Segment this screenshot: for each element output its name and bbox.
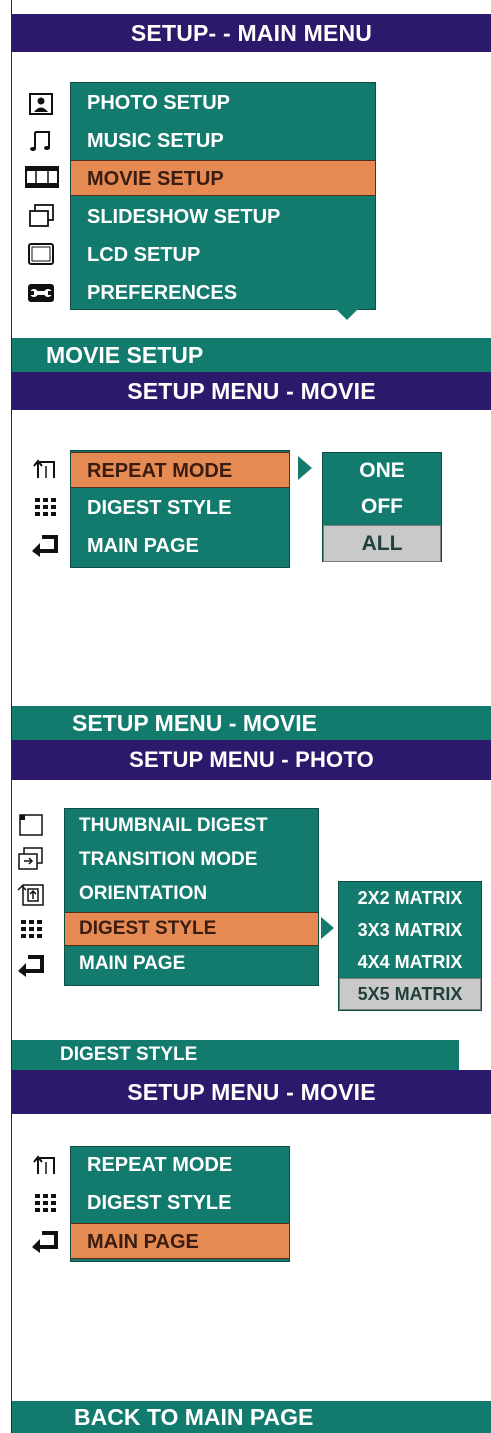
status-bar: MOVIE SETUP — [12, 338, 491, 372]
menu-item-digest-style[interactable]: DIGEST STYLE — [65, 912, 318, 946]
menu-item-slideshow-setup[interactable]: SLIDESHOW SETUP — [71, 199, 375, 235]
repeat-mode-options: ONE OFF ALL — [322, 452, 442, 562]
photo-icon — [26, 91, 56, 117]
option-3x3-matrix[interactable]: 3X3 MATRIX — [339, 914, 481, 946]
menu-item-repeat-mode[interactable]: REPEAT MODE — [71, 452, 289, 488]
transition-icon — [16, 846, 46, 872]
menu-item-lcd-setup[interactable]: LCD SETUP — [71, 237, 375, 273]
lcd-screen-icon — [26, 241, 56, 267]
menu-item-transition-mode[interactable]: TRANSITION MODE — [65, 843, 318, 877]
menu-item-thumbnail-digest[interactable]: THUMBNAIL DIGEST — [65, 809, 318, 843]
grid-dots-icon — [16, 916, 46, 942]
wrench-icon — [26, 280, 56, 306]
status-bar: BACK TO MAIN PAGE — [12, 1401, 491, 1433]
panel-title: SETUP- - MAIN MENU — [12, 14, 491, 52]
menu-item-photo-setup[interactable]: PHOTO SETUP — [71, 85, 375, 121]
grid-dots-icon — [30, 494, 60, 520]
option-off[interactable]: OFF — [323, 489, 441, 525]
movie-main-page-panel: SETUP MENU - MOVIE REPEAT MODE DIGEST ST… — [11, 1070, 491, 1433]
scroll-down-arrow-icon[interactable] — [335, 308, 359, 320]
panel-title: SETUP MENU - MOVIE — [12, 372, 491, 410]
movie-menu-list: REPEAT MODE DIGEST STYLE MAIN PAGE — [70, 450, 290, 568]
slideshow-icon — [26, 203, 56, 229]
menu-item-preferences[interactable]: PREFERENCES — [71, 275, 375, 311]
status-bar: SETUP MENU - MOVIE — [12, 706, 491, 740]
menu-item-main-page[interactable]: MAIN PAGE — [65, 947, 318, 981]
film-strip-icon — [24, 164, 60, 190]
menu-item-music-setup[interactable]: MUSIC SETUP — [71, 123, 375, 159]
photo-menu-list: THUMBNAIL DIGEST TRANSITION MODE ORIENTA… — [64, 808, 319, 986]
status-bar: DIGEST STYLE — [12, 1040, 459, 1070]
main-menu-panel: SETUP- - MAIN MENU PHOTO SETUP MUSIC SET… — [11, 0, 491, 372]
panel-title: SETUP MENU - PHOTO — [12, 740, 491, 780]
photo-setup-panel: SETUP MENU - PHOTO THUMBNAIL DIGEST TRAN… — [11, 740, 491, 1070]
return-arrow-icon — [28, 1227, 62, 1253]
menu-item-orientation[interactable]: ORIENTATION — [65, 877, 318, 911]
grid-dots-icon — [30, 1190, 60, 1216]
orientation-icon — [16, 881, 46, 907]
main-menu-list: PHOTO SETUP MUSIC SETUP MOVIE SETUP SLID… — [70, 82, 376, 310]
repeat-icon — [30, 456, 60, 482]
option-one[interactable]: ONE — [323, 453, 441, 489]
submenu-arrow-icon — [298, 456, 312, 480]
menu-item-main-page[interactable]: MAIN PAGE — [71, 528, 289, 564]
option-2x2-matrix[interactable]: 2X2 MATRIX — [339, 882, 481, 914]
menu-item-digest-style[interactable]: DIGEST STYLE — [71, 1185, 289, 1221]
submenu-arrow-icon — [321, 917, 334, 939]
return-arrow-icon — [28, 531, 62, 557]
option-5x5-matrix[interactable]: 5X5 MATRIX — [339, 978, 481, 1010]
thumbnail-icon — [16, 812, 46, 838]
repeat-icon — [30, 1152, 60, 1178]
menu-item-digest-style[interactable]: DIGEST STYLE — [71, 490, 289, 526]
menu-item-main-page[interactable]: MAIN PAGE — [71, 1223, 289, 1259]
digest-style-options: 2X2 MATRIX 3X3 MATRIX 4X4 MATRIX 5X5 MAT… — [338, 881, 482, 1011]
music-note-icon — [26, 128, 56, 154]
menu-item-repeat-mode[interactable]: REPEAT MODE — [71, 1147, 289, 1183]
return-arrow-icon — [14, 951, 48, 977]
option-all[interactable]: ALL — [323, 525, 441, 562]
movie-setup-panel: SETUP MENU - MOVIE REPEAT MODE DIGEST ST… — [11, 372, 491, 740]
panel-title: SETUP MENU - MOVIE — [12, 1070, 491, 1114]
menu-item-movie-setup[interactable]: MOVIE SETUP — [71, 160, 375, 196]
movie-menu-list: REPEAT MODE DIGEST STYLE MAIN PAGE — [70, 1146, 290, 1262]
option-4x4-matrix[interactable]: 4X4 MATRIX — [339, 946, 481, 978]
